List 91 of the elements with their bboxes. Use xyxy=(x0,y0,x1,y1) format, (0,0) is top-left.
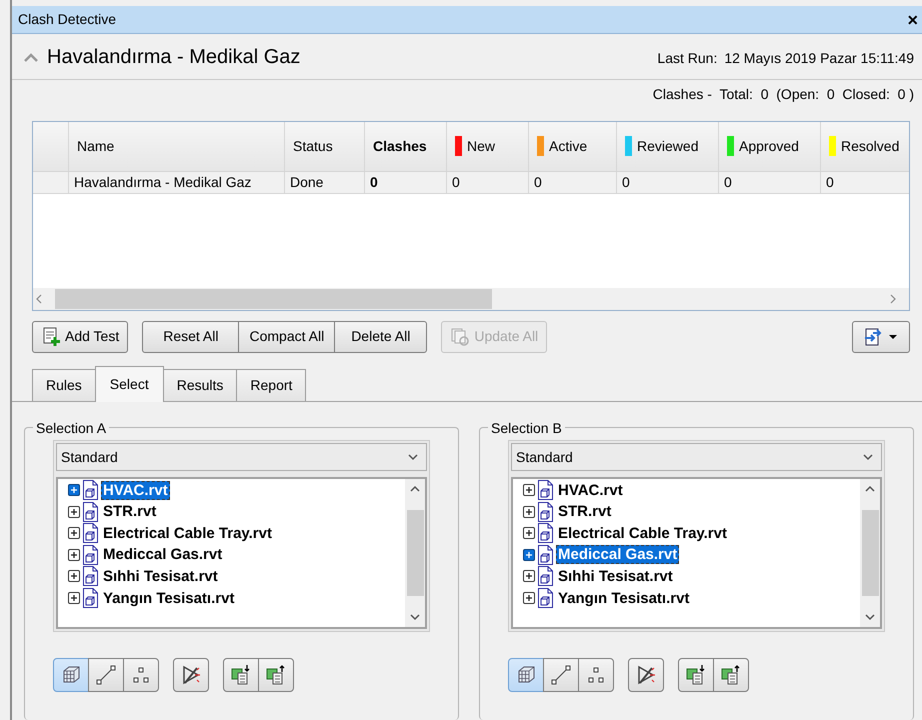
tree-item[interactable]: Sıhhi Tesisat.rvt xyxy=(101,566,220,586)
expand-icon[interactable] xyxy=(523,506,535,518)
file-icon xyxy=(537,588,554,608)
mode-dropdown[interactable]: Standard xyxy=(56,443,427,472)
tool-button[interactable] xyxy=(713,658,749,692)
tree-item[interactable]: HVAC.rvt xyxy=(556,480,625,500)
tool-button[interactable] xyxy=(88,658,124,692)
column-header[interactable]: Name xyxy=(69,122,285,170)
column-header[interactable]: Approved xyxy=(719,122,821,170)
add-test-icon xyxy=(41,326,61,346)
column-header[interactable]: Active xyxy=(529,122,617,170)
export-icon xyxy=(863,326,883,346)
table-cell: Havalandırma - Medikal Gaz xyxy=(69,172,285,192)
column-header[interactable]: Clashes xyxy=(365,122,447,170)
mode-dropdown[interactable]: Standard xyxy=(511,443,882,472)
add-test-button[interactable]: Add Test xyxy=(32,320,128,352)
clash-summary: Clashes - Total: 0 (Open: 0 Closed: 0 ) xyxy=(652,84,914,104)
tree-item[interactable]: STR.rvt xyxy=(556,502,614,522)
group-title: Selection A xyxy=(35,420,108,436)
tab[interactable]: Rules xyxy=(32,368,96,400)
tree-item[interactable]: Sıhhi Tesisat.rvt xyxy=(556,566,675,586)
update-icon xyxy=(450,326,470,346)
column-header[interactable]: Resolved xyxy=(821,122,909,170)
tree-item[interactable]: Electrical Cable Tray.rvt xyxy=(101,524,274,543)
tool-button[interactable] xyxy=(543,658,579,692)
table-cell: 0 xyxy=(365,172,447,192)
table-cell: 0 xyxy=(529,172,617,192)
file-icon xyxy=(82,480,99,500)
tool-button[interactable] xyxy=(53,658,89,692)
tree-item[interactable]: Mediccal Gas.rvt xyxy=(556,545,680,564)
export-button[interactable] xyxy=(852,320,910,352)
expand-icon[interactable] xyxy=(523,570,535,582)
vertical-scrollbar[interactable] xyxy=(405,479,425,628)
group-title: Selection B xyxy=(490,420,563,436)
expand-icon[interactable] xyxy=(523,592,535,604)
window-title: Clash Detective xyxy=(18,10,116,29)
column-header[interactable]: New xyxy=(447,122,529,170)
toolbar-button[interactable]: Delete All xyxy=(334,320,428,352)
last-run-value: 12 Mayıs 2019 Pazar 15:11:49 xyxy=(724,48,914,68)
tool-button[interactable] xyxy=(173,658,209,692)
tab[interactable]: Select xyxy=(94,366,164,402)
tool-button[interactable] xyxy=(628,658,664,692)
tool-button[interactable] xyxy=(678,658,714,692)
tool-button[interactable] xyxy=(578,658,614,692)
file-icon xyxy=(537,566,554,586)
tool-button[interactable] xyxy=(258,658,294,692)
expand-icon[interactable] xyxy=(68,570,80,582)
file-icon xyxy=(537,480,554,500)
file-icon xyxy=(82,502,99,522)
column-header[interactable]: Status xyxy=(285,122,365,170)
file-icon xyxy=(537,523,554,544)
tree-item[interactable]: STR.rvt xyxy=(101,502,158,522)
line-icon xyxy=(94,663,118,688)
test-name: Havalandırma - Medikal Gaz xyxy=(47,45,300,70)
toolbar-button[interactable]: Compact All xyxy=(238,320,336,352)
file-icon xyxy=(82,566,99,586)
expand-icon[interactable] xyxy=(523,548,535,561)
tool-button[interactable] xyxy=(223,658,259,692)
expand-icon[interactable] xyxy=(68,548,80,561)
table-cell: 0 xyxy=(447,172,529,192)
table-cell: Done xyxy=(285,172,365,192)
file-icon xyxy=(537,544,554,565)
close-button[interactable]: × xyxy=(907,10,918,28)
expand-icon[interactable] xyxy=(68,527,80,540)
tool-button[interactable] xyxy=(508,658,544,692)
expand-icon[interactable] xyxy=(68,484,80,496)
file-icon xyxy=(82,544,99,565)
file-icon xyxy=(537,502,554,522)
table-cell: 0 xyxy=(821,172,909,192)
tool-button[interactable] xyxy=(123,658,159,692)
tab[interactable]: Results xyxy=(162,368,238,400)
line-icon xyxy=(549,663,573,688)
tree-item[interactable]: Mediccal Gas.rvt xyxy=(101,545,224,564)
expand-icon[interactable] xyxy=(68,506,80,518)
tree-item[interactable]: Electrical Cable Tray.rvt xyxy=(556,524,729,543)
toolbar-button[interactable]: Reset All xyxy=(142,320,240,352)
tab[interactable]: Report xyxy=(236,368,306,400)
horizontal-scrollbar[interactable] xyxy=(33,288,909,310)
tree-item[interactable]: Yangın Tesisatı.rvt xyxy=(556,588,692,608)
table-cell: 0 xyxy=(617,172,719,192)
last-run-label: Last Run: xyxy=(657,48,718,68)
expand-icon[interactable] xyxy=(523,484,535,496)
tree-item[interactable]: HVAC.rvt xyxy=(101,480,170,500)
column-header[interactable]: Reviewed xyxy=(617,122,719,170)
vertical-scrollbar[interactable] xyxy=(860,479,880,628)
expand-icon[interactable] xyxy=(523,527,535,540)
tree-item[interactable]: Yangın Tesisatı.rvt xyxy=(101,588,236,608)
expand-icon[interactable] xyxy=(68,592,80,604)
table-cell: 0 xyxy=(719,172,821,192)
file-icon xyxy=(82,588,99,608)
file-icon xyxy=(82,523,99,544)
